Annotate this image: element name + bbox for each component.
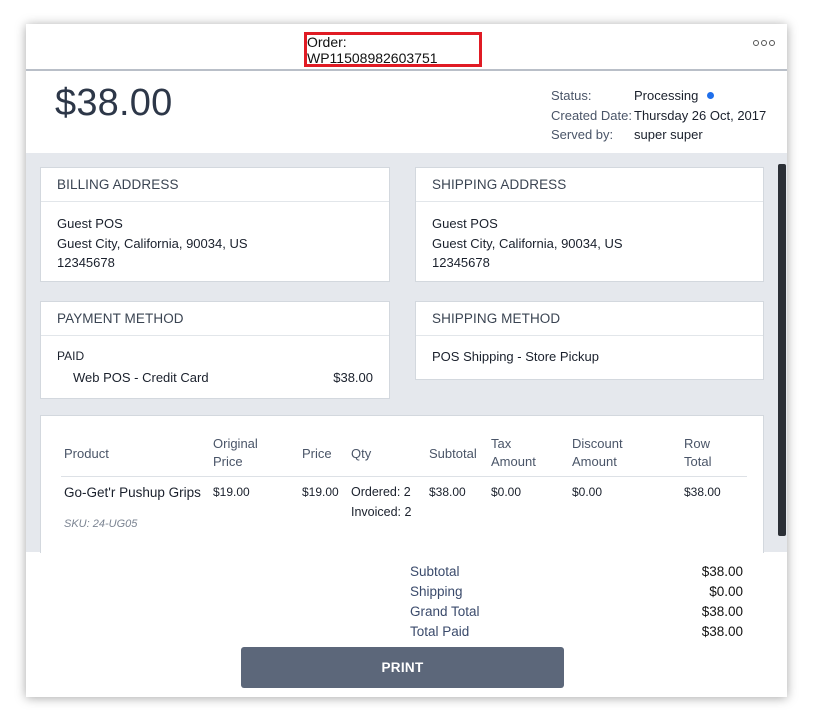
billing-address-card: BILLING ADDRESS Guest POS Guest City, Ca… xyxy=(40,167,390,282)
col-original-price-2: Price xyxy=(213,454,243,469)
payment-method-name: Web POS - Credit Card xyxy=(73,369,209,385)
served-by-label: Served by: xyxy=(551,127,614,143)
subtotal-value: $38.00 xyxy=(701,563,743,579)
scrollbar-thumb[interactable] xyxy=(778,164,786,536)
product-row-total: $38.00 xyxy=(684,485,721,499)
product-name: Go-Get'r Pushup Grips xyxy=(64,485,201,500)
product-discount: $0.00 xyxy=(572,485,603,499)
col-price: Price xyxy=(302,446,332,461)
billing-name: Guest POS xyxy=(57,216,123,231)
print-button[interactable]: PRINT xyxy=(241,647,564,688)
status-dot-icon xyxy=(707,92,715,100)
more-options-icon[interactable] xyxy=(753,40,775,46)
payment-amount: $38.00 xyxy=(333,369,373,385)
created-date-row: Created Date: Thursday 26 Oct, 2017 xyxy=(551,106,766,126)
product-qty-ordered: Ordered: 2 xyxy=(351,485,411,499)
order-summary: $38.00 Status: Processing Created Date: … xyxy=(26,73,787,153)
status-row: Status: Processing xyxy=(551,86,766,106)
col-tax-2: Amount xyxy=(491,454,536,469)
billing-address-title: BILLING ADDRESS xyxy=(41,168,389,202)
shipping-address-title: SHIPPING ADDRESS xyxy=(416,168,763,202)
products-table: Product Original Price Price Qty Subtota… xyxy=(61,416,747,547)
status-value: Processing xyxy=(634,88,715,104)
shipping-phone: 12345678 xyxy=(432,255,490,270)
served-by-value: super super xyxy=(634,127,703,143)
order-number-title: Order: WP11508982603751 xyxy=(304,32,482,67)
shipping-row: Shipping $0.00 xyxy=(410,581,743,601)
shipping-value: $0.00 xyxy=(709,583,743,599)
product-sku: SKU: 24-UG05 xyxy=(64,518,138,530)
created-date-value: Thursday 26 Oct, 2017 xyxy=(634,107,767,123)
col-qty: Qty xyxy=(351,446,372,461)
order-total-amount: $38.00 xyxy=(55,82,173,124)
subtotal-row: Subtotal $38.00 xyxy=(410,561,743,581)
status-text: Processing xyxy=(634,88,699,104)
col-original-price-1: Original xyxy=(213,436,258,451)
shipping-address: Guest City, California, 90034, US xyxy=(432,235,623,251)
order-meta: Status: Processing Created Date: Thursda… xyxy=(551,86,766,145)
products-table-header: Product Original Price Price Qty Subtota… xyxy=(61,416,747,477)
served-by-row: Served by: super super xyxy=(551,125,766,145)
shipping-address-card: SHIPPING ADDRESS Guest POS Guest City, C… xyxy=(415,167,764,282)
product-tax: $0.00 xyxy=(491,485,522,499)
total-paid-row: Total Paid $38.00 xyxy=(410,621,743,641)
shipping-label: Shipping xyxy=(410,583,463,599)
product-original-price: $19.00 xyxy=(213,485,250,499)
total-paid-value: $38.00 xyxy=(701,623,743,639)
payment-state: PAID xyxy=(57,349,85,363)
table-row: Go-Get'r Pushup Grips SKU: 24-UG05 $19.0… xyxy=(61,477,747,547)
shipping-method-title: SHIPPING METHOD xyxy=(416,302,763,336)
created-date-label: Created Date: xyxy=(551,107,632,123)
billing-phone: 12345678 xyxy=(57,255,115,270)
order-detail-window: Order: WP11508982603751 $38.00 Status: P… xyxy=(26,24,787,697)
col-product: Product xyxy=(64,446,109,461)
payment-method-title: PAYMENT METHOD xyxy=(41,302,389,336)
order-totals: Subtotal $38.00 Shipping $0.00 Grand Tot… xyxy=(410,561,743,641)
subtotal-label: Subtotal xyxy=(410,563,460,579)
col-row-total-2: Total xyxy=(684,454,712,469)
payment-method-card: PAYMENT METHOD PAID Web POS - Credit Car… xyxy=(40,301,390,399)
col-tax-1: Tax xyxy=(491,436,512,451)
payment-method-body: PAID Web POS - Credit Card $38.00 xyxy=(41,336,389,387)
grand-total-value: $38.00 xyxy=(701,603,743,619)
grand-total-row: Grand Total $38.00 xyxy=(410,601,743,621)
product-subtotal: $38.00 xyxy=(429,485,466,499)
scrollbar[interactable] xyxy=(777,153,787,552)
product-price: $19.00 xyxy=(302,485,339,499)
col-discount-1: Discount xyxy=(572,436,623,451)
total-paid-label: Total Paid xyxy=(410,623,470,639)
col-subtotal: Subtotal xyxy=(429,446,477,461)
shipping-method-card: SHIPPING METHOD POS Shipping - Store Pic… xyxy=(415,301,764,380)
status-label: Status: xyxy=(551,88,592,104)
col-discount-2: Amount xyxy=(572,454,617,469)
payment-row: Web POS - Credit Card $38.00 xyxy=(57,368,373,388)
product-qty-invoiced: Invoiced: 2 xyxy=(351,505,412,519)
grand-total-label: Grand Total xyxy=(410,603,480,619)
billing-address-body: Guest POS Guest City, California, 90034,… xyxy=(41,202,389,273)
shipping-method-value: POS Shipping - Store Pickup xyxy=(432,349,599,364)
order-header-bar: Order: WP11508982603751 xyxy=(26,24,787,71)
shipping-address-body: Guest POS Guest City, California, 90034,… xyxy=(416,202,763,273)
order-details-panel: BILLING ADDRESS Guest POS Guest City, Ca… xyxy=(26,153,787,553)
shipping-method-body: POS Shipping - Store Pickup xyxy=(416,336,763,367)
col-row-total-1: Row xyxy=(684,436,711,451)
shipping-name: Guest POS xyxy=(432,216,498,231)
billing-address: Guest City, California, 90034, US xyxy=(57,235,248,251)
products-card: Product Original Price Price Qty Subtota… xyxy=(40,415,764,553)
